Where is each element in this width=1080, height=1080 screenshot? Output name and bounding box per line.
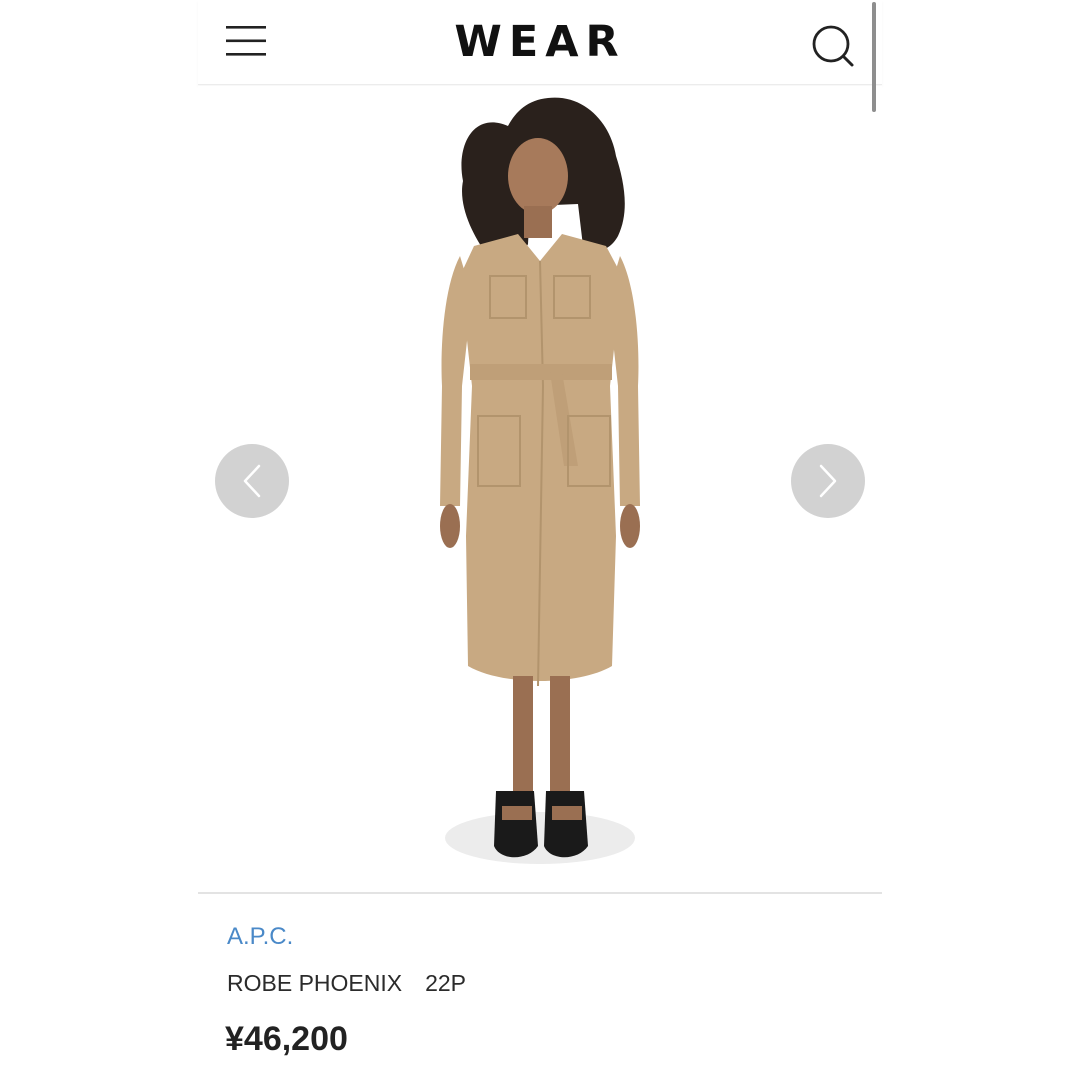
wear-logo[interactable]: WEAR bbox=[198, 14, 882, 70]
next-image-button[interactable] bbox=[791, 444, 865, 518]
hamburger-menu-icon bbox=[226, 26, 266, 56]
menu-button[interactable] bbox=[222, 22, 270, 62]
product-price: ¥46,200 bbox=[225, 1020, 348, 1058]
chevron-right-icon bbox=[819, 464, 837, 498]
brand-link[interactable]: A.P.C. bbox=[227, 922, 293, 952]
search-button[interactable] bbox=[806, 20, 860, 74]
header: WEAR bbox=[198, 0, 882, 85]
scrollbar[interactable] bbox=[872, 2, 876, 112]
search-icon bbox=[812, 25, 854, 67]
product-photo bbox=[440, 97, 640, 864]
screen: WEAR A.P.C. ROBE PHOENIX 22P ¥46,200 bbox=[0, 0, 1080, 1080]
product-gallery[interactable] bbox=[198, 86, 882, 892]
product-page: WEAR A.P.C. ROBE PHOENIX 22P ¥46,200 bbox=[198, 0, 882, 1080]
previous-image-button[interactable] bbox=[215, 444, 289, 518]
divider bbox=[198, 892, 882, 894]
chevron-left-icon bbox=[243, 464, 261, 498]
product-name: ROBE PHOENIX 22P bbox=[227, 970, 467, 996]
